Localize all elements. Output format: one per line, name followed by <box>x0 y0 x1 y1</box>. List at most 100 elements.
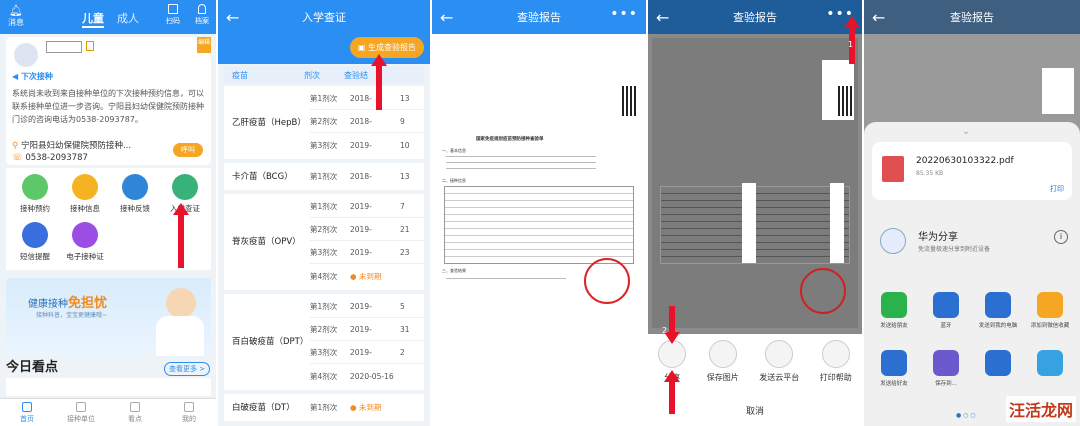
table-row[interactable]: 第3剂次 2019- 2 <box>310 342 424 364</box>
table-row[interactable]: 第2剂次 2019- 31 <box>310 319 424 341</box>
nav-item-2[interactable]: 接种单位 <box>54 399 108 426</box>
vaccine-name: 脊灰疫苗（OPV） <box>232 237 301 247</box>
annotation-arrow <box>376 60 382 110</box>
share-action-3[interactable]: 发送云平台 <box>759 340 799 383</box>
feature-3[interactable]: 接种反馈 <box>112 174 158 214</box>
cloud-upload-icon <box>765 340 794 368</box>
huawei-share-row[interactable]: 华为分享 免流量极速分享到附近设备 i <box>872 222 1072 266</box>
table-row[interactable]: 第1剂次 2018- 13 <box>310 165 424 187</box>
tab-child[interactable]: 儿童 <box>82 10 104 28</box>
vaccine-name: 乙肝疫苗（HepB） <box>232 117 306 128</box>
dose-cell: 第4剂次 <box>310 371 338 381</box>
feature-icon <box>122 174 148 200</box>
scan-icon <box>168 4 178 14</box>
nav-item-1[interactable]: 首页 <box>0 399 54 426</box>
share-action-4[interactable]: 打印帮助 <box>820 340 852 383</box>
tab-adult[interactable]: 成人 <box>117 10 139 26</box>
app-label: 发送给朋友 <box>880 323 908 329</box>
cancel-button[interactable]: 取消 <box>648 404 862 417</box>
avatar[interactable] <box>14 43 38 67</box>
table-row[interactable]: 第1剂次 2019- 5 <box>310 296 424 318</box>
chevron-down-icon[interactable]: ⌄ <box>962 126 970 137</box>
date-tail-cell: 21 <box>400 225 410 234</box>
info-icon[interactable]: i <box>1054 230 1068 244</box>
print-button[interactable]: 打印 <box>1050 184 1064 194</box>
header-bar: ← 入学查证 <box>218 0 430 34</box>
doc-title: 国家免疫规划疫苗预防接种查验单 <box>476 137 544 142</box>
nav-item-4[interactable]: 我的 <box>162 399 216 426</box>
step-number-2: 2 <box>662 326 668 335</box>
phone-icon: ☏ <box>12 153 23 163</box>
report-document-dimmed <box>652 38 858 328</box>
table-row[interactable]: 第1剂次 ● 未到期 <box>310 396 424 418</box>
share-app-2[interactable]: 蓝牙 <box>922 292 970 329</box>
phone-number: 0538-2093787 <box>25 153 88 163</box>
profile-label: 档案 <box>195 17 209 25</box>
feature-5[interactable]: 短信提醒 <box>12 222 58 262</box>
table-row[interactable]: 第1剂次 2019- 7 <box>310 196 424 218</box>
redaction-box <box>1042 68 1074 114</box>
vaccine-group: 脊灰疫苗（OPV） 第1剂次 2019- 7 第2剂次 2019- 21 第3剂次 2019- 2… <box>224 194 424 290</box>
dose-cell: 第2剂次 <box>310 117 338 126</box>
nav-icon <box>130 402 140 412</box>
call-button[interactable]: 呼叫 <box>173 143 203 157</box>
bell-icon: 🔔︎ <box>9 4 23 17</box>
feature-6[interactable]: 电子接种证 <box>62 222 108 262</box>
table-row[interactable]: 第3剂次 2019- 23 <box>310 242 424 264</box>
dose-cell: 第1剂次 <box>310 171 338 181</box>
share-action-2[interactable]: 保存图片 <box>707 340 739 383</box>
feature-1[interactable]: 接种预约 <box>12 174 58 214</box>
qr-code <box>838 86 854 116</box>
banner-title-2: 免担忧 <box>68 296 108 311</box>
date-tail-cell: 13 <box>400 94 410 103</box>
scan-button[interactable]: 扫码 <box>166 4 180 26</box>
share-app-3[interactable]: 发送到我的电脑 <box>974 292 1022 329</box>
home-header: 🔔︎ 消息 儿童 成人 扫码 档案 <box>0 0 216 34</box>
date-cell: 2019- <box>350 140 372 150</box>
date-cell: 2019- <box>350 202 372 211</box>
profile-button[interactable]: 档案 <box>195 4 209 26</box>
message-button[interactable]: 🔔︎ 消息 <box>8 4 24 28</box>
feature-icon <box>72 222 98 248</box>
date-cell: 2019- <box>350 348 372 357</box>
view-more-button[interactable]: 查看更多 > <box>164 362 211 376</box>
date-tail-cell: 23 <box>400 248 410 257</box>
nav-item-3[interactable]: 看点 <box>108 399 162 426</box>
clinic-row[interactable]: ⚲ 宁阳县妇幼保健院预防接种... <box>12 139 131 151</box>
date-cell: 2018- <box>350 171 372 181</box>
header-bar: ← 查验报告 ••• <box>648 0 862 34</box>
date-cell: ● 未到期 <box>350 271 382 281</box>
share-app-2[interactable]: 保存到... <box>922 350 970 387</box>
feature-icon <box>22 222 48 248</box>
feature-icon <box>22 174 48 200</box>
vaccine-group: 乙肝疫苗（HepB） 第1剂次 2018- 13 第2剂次 2018- 9 第3剂次 2019-… <box>224 86 424 159</box>
share-app-3[interactable] <box>974 350 1022 387</box>
table-row[interactable]: 第4剂次 2020-05-16 <box>310 365 424 387</box>
page-title: 查验报告 <box>950 11 994 24</box>
more-icon[interactable]: ••• <box>610 6 638 22</box>
phone-row[interactable]: ☏ 0538-2093787 <box>12 153 88 163</box>
article-preview[interactable] <box>6 378 211 396</box>
share-app-1[interactable]: 发送给好友 <box>870 350 918 387</box>
redaction-box <box>742 183 756 263</box>
share-app-1[interactable]: 发送给朋友 <box>870 292 918 329</box>
promo-banner[interactable]: 健康接种免担忧 接种科普，宝宝更健康哦~ <box>6 278 211 356</box>
table-row[interactable]: 第1剂次 2018- 13 <box>310 88 424 110</box>
app-icon <box>881 292 907 318</box>
annotation-arrowhead <box>371 54 387 66</box>
help-icon <box>821 340 850 368</box>
dose-cell: 第1剂次 <box>310 202 338 211</box>
feature-2[interactable]: 接种信息 <box>62 174 108 214</box>
share-app-4[interactable]: 添加到微信收藏 <box>1026 292 1074 329</box>
report-document[interactable]: 国家免疫规划疫苗预防接种查验单 一、基本信息 二、接种信息 三、查验结果 <box>436 38 642 318</box>
table-row[interactable]: 第2剂次 2019- 21 <box>310 219 424 241</box>
table-row[interactable]: 第3剂次 2019- 10 <box>310 134 424 156</box>
vaccine-group: 卡介苗（BCG） 第1剂次 2018- 13 <box>224 163 424 190</box>
table-row[interactable]: 第2剂次 2018- 9 <box>310 111 424 133</box>
table-row[interactable]: 第4剂次 ● 未到期 <box>310 265 424 287</box>
doc-line <box>446 168 596 169</box>
table-header: 疫苗 剂次 查验结 <box>224 66 424 84</box>
date-tail-cell: 9 <box>400 117 405 126</box>
share-app-4[interactable] <box>1026 350 1074 387</box>
edit-badge[interactable]: 编辑 <box>197 37 211 53</box>
